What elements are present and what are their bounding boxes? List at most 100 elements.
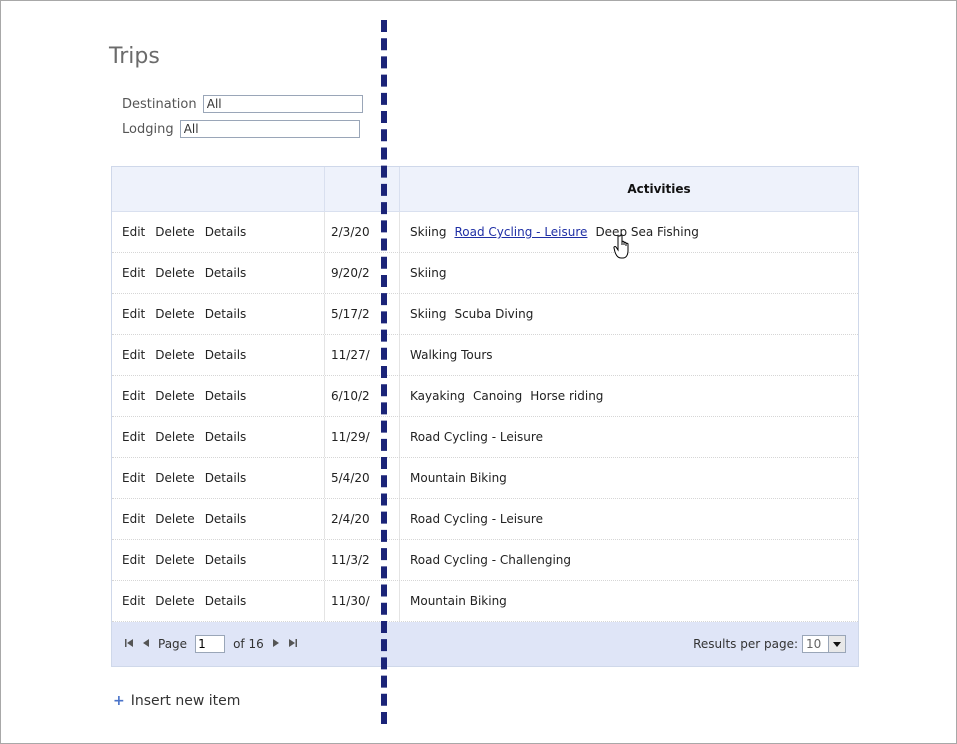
edit-link[interactable]: Edit [122,307,145,321]
row-date: 11/29/ [325,417,400,457]
activity-link[interactable]: Scuba Diving [454,307,533,321]
row-date: 6/10/2 [325,376,400,416]
edit-link[interactable]: Edit [122,553,145,567]
lodging-label: Lodging [122,121,174,137]
activity-link[interactable]: Skiing [410,307,446,321]
edit-link[interactable]: Edit [122,594,145,608]
edit-link[interactable]: Edit [122,512,145,526]
edit-link[interactable]: Edit [122,225,145,239]
details-link[interactable]: Details [205,430,247,444]
delete-link[interactable]: Delete [155,430,194,444]
delete-link[interactable]: Delete [155,471,194,485]
details-link[interactable]: Details [205,266,247,280]
row-date: 9/20/2 [325,253,400,293]
delete-link[interactable]: Delete [155,512,194,526]
row-commands: Edit Delete Details [112,376,325,416]
details-link[interactable]: Details [205,553,247,567]
details-link[interactable]: Details [205,512,247,526]
row-date: 2/3/20 [325,212,400,252]
row-activities: Mountain Biking [400,471,858,485]
insert-new-item-label: Insert new item [130,693,241,709]
table-row: Edit Delete Details 2/3/20 Skiing Road Cyclin… [112,212,858,253]
activity-link[interactable]: Deep Sea Fishing [595,225,698,239]
row-activities: Walking Tours [400,348,858,362]
details-link[interactable]: Details [205,594,247,608]
page-title: Trips [109,44,160,69]
table-row: Edit Delete Details 5/17/2 Skiing Scuba Divin… [112,294,858,335]
table-row: Edit Delete Details 2/4/20 Road Cycling - Le… [112,499,858,540]
activity-link[interactable]: Skiing [410,225,446,239]
results-per-page: Results per page: 10 [693,635,846,653]
destination-input[interactable] [202,95,363,113]
first-page-icon[interactable] [124,638,134,651]
results-per-page-value: 10 [806,637,822,651]
header-commands [112,167,325,211]
header-activities[interactable]: Activities [400,167,858,211]
table-row: Edit Delete Details 11/27/Walking Tours [112,335,858,376]
delete-link[interactable]: Delete [155,225,194,239]
last-page-icon[interactable] [288,638,298,651]
row-commands: Edit Delete Details [112,581,325,621]
lodging-filter: Lodging [122,120,360,138]
pager-nav: Page of 16 [124,635,298,653]
row-commands: Edit Delete Details [112,212,325,252]
activity-link[interactable]: Road Cycling - Leisure [410,430,543,444]
activity-link[interactable]: Mountain Biking [410,594,507,608]
delete-link[interactable]: Delete [155,266,194,280]
trips-grid: Activities Edit Delete Details 2/3/20 Skiing… [111,166,859,667]
delete-link[interactable]: Delete [155,348,194,362]
table-row: Edit Delete Details 9/20/2 Skiing [112,253,858,294]
delete-link[interactable]: Delete [155,594,194,608]
activity-link[interactable]: Road Cycling - Challenging [410,553,571,567]
details-link[interactable]: Details [205,471,247,485]
edit-link[interactable]: Edit [122,348,145,362]
details-link[interactable]: Details [205,348,247,362]
details-link[interactable]: Details [205,307,247,321]
row-date: 5/4/20 [325,458,400,498]
activity-link[interactable]: Kayaking [410,389,465,403]
row-activities: Mountain Biking [400,594,858,608]
prev-page-icon[interactable] [142,638,150,651]
lodging-input[interactable] [179,120,360,138]
results-per-page-select[interactable]: 10 [802,635,846,653]
activity-link[interactable]: Road Cycling - Leisure [454,225,587,239]
grid-body: Edit Delete Details 2/3/20 Skiing Road Cyclin… [112,212,858,622]
insert-new-item-button[interactable]: + Insert new item [113,693,240,709]
activity-link[interactable]: Walking Tours [410,348,493,362]
edit-link[interactable]: Edit [122,471,145,485]
delete-link[interactable]: Delete [155,307,194,321]
edit-link[interactable]: Edit [122,389,145,403]
row-commands: Edit Delete Details [112,335,325,375]
pager: Page of 16 Results per page: 10 [112,622,858,666]
details-link[interactable]: Details [205,225,247,239]
destination-filter: Destination [122,95,363,113]
table-row: Edit Delete Details 11/30/Mountain Biking [112,581,858,622]
activity-link[interactable]: Skiing [410,266,446,280]
delete-link[interactable]: Delete [155,389,194,403]
row-commands: Edit Delete Details [112,294,325,334]
table-row: Edit Delete Details 6/10/2 Kayaking Canoing Ho… [112,376,858,417]
dropdown-arrow-icon[interactable] [828,636,845,652]
activity-link[interactable]: Mountain Biking [410,471,507,485]
edit-link[interactable]: Edit [122,266,145,280]
row-commands: Edit Delete Details [112,458,325,498]
row-activities: Road Cycling - Leisure [400,512,858,526]
row-activities: Skiing Scuba Diving [400,307,858,321]
details-link[interactable]: Details [205,389,247,403]
row-date: 5/17/2 [325,294,400,334]
delete-link[interactable]: Delete [155,553,194,567]
plus-icon: + [113,693,125,709]
edit-link[interactable]: Edit [122,430,145,444]
next-page-icon[interactable] [272,638,280,651]
activity-link[interactable]: Horse riding [530,389,603,403]
hand-cursor-icon [613,234,635,263]
row-commands: Edit Delete Details [112,499,325,539]
activity-link[interactable]: Road Cycling - Leisure [410,512,543,526]
page-number-input[interactable] [195,635,226,653]
results-per-page-label: Results per page: [693,637,798,651]
activity-link[interactable]: Canoing [473,389,522,403]
row-date: 11/3/2 [325,540,400,580]
row-activities: Road Cycling - Challenging [400,553,858,567]
page-label: Page [158,637,188,651]
table-row: Edit Delete Details 11/29/Road Cycling - Le… [112,417,858,458]
